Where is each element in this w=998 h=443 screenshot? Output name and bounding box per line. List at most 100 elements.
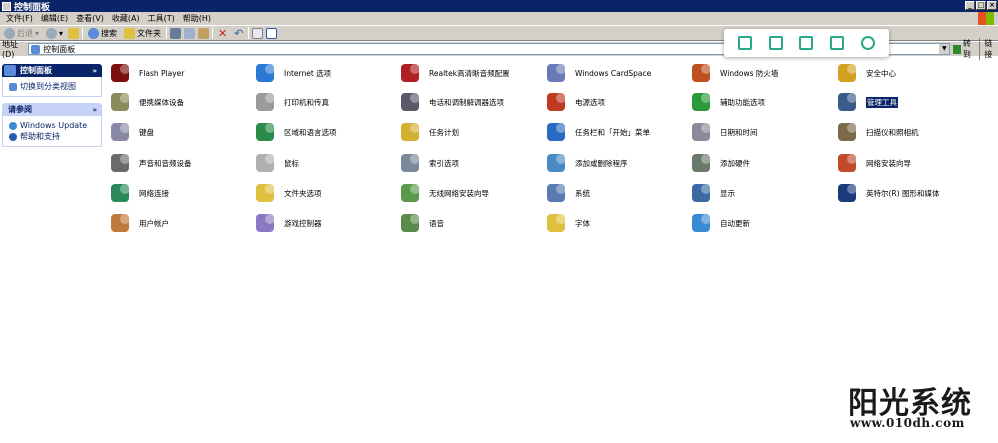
cp-item-intel-graphics[interactable]: 英特尔(R) 图形和媒体 bbox=[835, 180, 939, 206]
cp-item-user-accounts[interactable]: 用户帐户 bbox=[108, 210, 169, 236]
cp-item-mouse[interactable]: 鼠标 bbox=[253, 150, 299, 176]
go-button[interactable]: 转到 bbox=[950, 38, 979, 60]
collapse-icon[interactable]: » bbox=[92, 67, 97, 75]
cp-item-admin-tools[interactable]: 管理工具 bbox=[835, 89, 898, 115]
cp-item-label: 添加或删除程序 bbox=[575, 158, 628, 168]
cp-item-taskbar[interactable]: 任务栏和「开始」菜单 bbox=[544, 119, 650, 145]
cp-item-firewall[interactable]: Windows 防火墙 bbox=[689, 60, 778, 86]
cp-item-wireless-wizard[interactable]: 无线网络安装向导 bbox=[398, 180, 489, 206]
cp-item-network-connections[interactable]: 网络连接 bbox=[108, 180, 169, 206]
cp-item-scheduled-tasks[interactable]: 任务计划 bbox=[398, 119, 459, 145]
indexing-icon bbox=[398, 150, 424, 176]
undo-icon[interactable]: ↶ bbox=[232, 27, 245, 40]
menu-help[interactable]: 帮助(H) bbox=[179, 13, 215, 24]
cp-item-power-options[interactable]: 电源选项 bbox=[544, 89, 605, 115]
cp-item-add-remove-programs[interactable]: 添加或删除程序 bbox=[544, 150, 628, 176]
expand-icon[interactable] bbox=[768, 36, 783, 50]
cp-item-game-controller[interactable]: 游戏控制器 bbox=[253, 210, 322, 236]
cp-item-label: 电话和调制解调器选项 bbox=[429, 97, 504, 107]
cp-item-label: 管理工具 bbox=[866, 96, 898, 108]
delete-icon[interactable]: ✕ bbox=[216, 27, 229, 40]
security-center-icon bbox=[835, 60, 861, 86]
cp-item-keyboard[interactable]: 键盘 bbox=[108, 119, 154, 145]
cp-item-display[interactable]: 显示 bbox=[689, 180, 735, 206]
scanner-camera-icon bbox=[835, 119, 861, 145]
cp-item-printers[interactable]: 打印机和传真 bbox=[253, 89, 329, 115]
cp-item-flash-player[interactable]: Flash Player bbox=[108, 60, 184, 86]
menu-favorites[interactable]: 收藏(A) bbox=[108, 13, 144, 24]
printers-icon bbox=[253, 89, 279, 115]
cp-item-realtek-audio[interactable]: Realtek高清晰音频配置 bbox=[398, 60, 510, 86]
cp-item-scanner-camera[interactable]: 扫描仪和照相机 bbox=[835, 119, 919, 145]
panel-body: 切换到分类视图 bbox=[2, 77, 102, 97]
cp-item-phone-modem[interactable]: 电话和调制解调器选项 bbox=[398, 89, 504, 115]
folders-button[interactable]: 文件夹 bbox=[122, 27, 163, 39]
cp-item-date-time[interactable]: 日期和时间 bbox=[689, 119, 758, 145]
cp-item-label: 无线网络安装向导 bbox=[429, 188, 489, 198]
back-button[interactable]: 后退 ▾ bbox=[2, 27, 41, 39]
cp-item-label: 网络连接 bbox=[139, 188, 169, 198]
window-buttons: _ □ × bbox=[965, 1, 997, 10]
help-support-link[interactable]: 帮助和支持 bbox=[9, 131, 97, 142]
windows-logo-icon bbox=[978, 12, 994, 25]
phone-frame-icon[interactable] bbox=[738, 36, 753, 50]
cp-item-fonts[interactable]: 字体 bbox=[544, 210, 590, 236]
search-button[interactable]: 搜索 bbox=[86, 27, 119, 39]
cp-item-sound[interactable]: 声音和音频设备 bbox=[108, 150, 192, 176]
chevron-down-icon[interactable]: ▼ bbox=[939, 44, 950, 54]
windows-update-link[interactable]: Windows Update bbox=[9, 120, 97, 131]
gear-icon[interactable] bbox=[860, 36, 875, 50]
close-button[interactable]: × bbox=[987, 1, 997, 10]
control-panel-task-pane: 控制面板 » 切换到分类视图 bbox=[2, 64, 102, 97]
cp-item-portable-media[interactable]: 便携媒体设备 bbox=[108, 89, 184, 115]
share-icon[interactable] bbox=[830, 36, 845, 50]
admin-tools-icon bbox=[835, 89, 861, 115]
cp-item-label: Flash Player bbox=[139, 68, 185, 78]
panel-body: Windows Update 帮助和支持 bbox=[2, 116, 102, 147]
links-button[interactable]: 链接 bbox=[979, 38, 998, 60]
user-accounts-icon bbox=[108, 210, 134, 236]
cp-item-internet-options[interactable]: Internet 选项 bbox=[253, 60, 331, 86]
keyboard-icon bbox=[108, 119, 134, 145]
scheduled-tasks-icon bbox=[398, 119, 424, 145]
cp-item-label: 自动更新 bbox=[720, 218, 750, 228]
cut-icon[interactable] bbox=[170, 27, 182, 39]
menu-view[interactable]: 查看(V) bbox=[72, 13, 108, 24]
paste-icon[interactable] bbox=[198, 27, 210, 39]
cp-item-speech[interactable]: 语音 bbox=[398, 210, 444, 236]
minimize-button[interactable]: _ bbox=[965, 1, 975, 10]
toolbar-separator bbox=[248, 27, 250, 39]
cp-item-label: 区域和语言选项 bbox=[284, 127, 337, 137]
cp-item-system[interactable]: 系统 bbox=[544, 180, 590, 206]
save-icon[interactable] bbox=[799, 36, 814, 50]
toolbar-separator bbox=[166, 27, 168, 39]
folder-icon bbox=[124, 27, 136, 39]
switch-category-view-link[interactable]: 切换到分类视图 bbox=[9, 81, 97, 92]
cardspace-icon bbox=[544, 60, 570, 86]
title-bar: 控制面板 _ □ × bbox=[0, 0, 998, 13]
panel-header[interactable]: 控制面板 » bbox=[2, 64, 102, 77]
cp-item-add-hardware[interactable]: 添加硬件 bbox=[689, 150, 750, 176]
cp-item-accessibility[interactable]: 辅助功能选项 bbox=[689, 89, 765, 115]
properties-icon[interactable] bbox=[252, 27, 264, 39]
up-folder-icon[interactable] bbox=[68, 27, 80, 39]
menu-edit[interactable]: 编辑(E) bbox=[37, 13, 72, 24]
sidebar: 控制面板 » 切换到分类视图 请参阅 » Windows Update 帮助和支… bbox=[2, 64, 102, 153]
cp-item-cardspace[interactable]: Windows CardSpace bbox=[544, 60, 651, 86]
mouse-icon bbox=[253, 150, 279, 176]
cp-item-indexing[interactable]: 索引选项 bbox=[398, 150, 459, 176]
cp-item-network-wizard[interactable]: 网络安装向导 bbox=[835, 150, 911, 176]
menu-tools[interactable]: 工具(T) bbox=[144, 13, 179, 24]
cp-item-security-center[interactable]: 安全中心 bbox=[835, 60, 896, 86]
views-icon[interactable] bbox=[266, 27, 278, 39]
folder-options-icon bbox=[253, 180, 279, 206]
maximize-button[interactable]: □ bbox=[976, 1, 986, 10]
cp-item-automatic-updates[interactable]: 自动更新 bbox=[689, 210, 750, 236]
forward-button[interactable]: ▾ bbox=[44, 27, 65, 39]
menu-file[interactable]: 文件(F) bbox=[2, 13, 37, 24]
cp-item-folder-options[interactable]: 文件夹选项 bbox=[253, 180, 322, 206]
cp-item-regional[interactable]: 区域和语言选项 bbox=[253, 119, 337, 145]
panel-header[interactable]: 请参阅 » bbox=[2, 103, 102, 116]
copy-icon[interactable] bbox=[184, 27, 196, 39]
collapse-icon[interactable]: » bbox=[92, 106, 97, 114]
